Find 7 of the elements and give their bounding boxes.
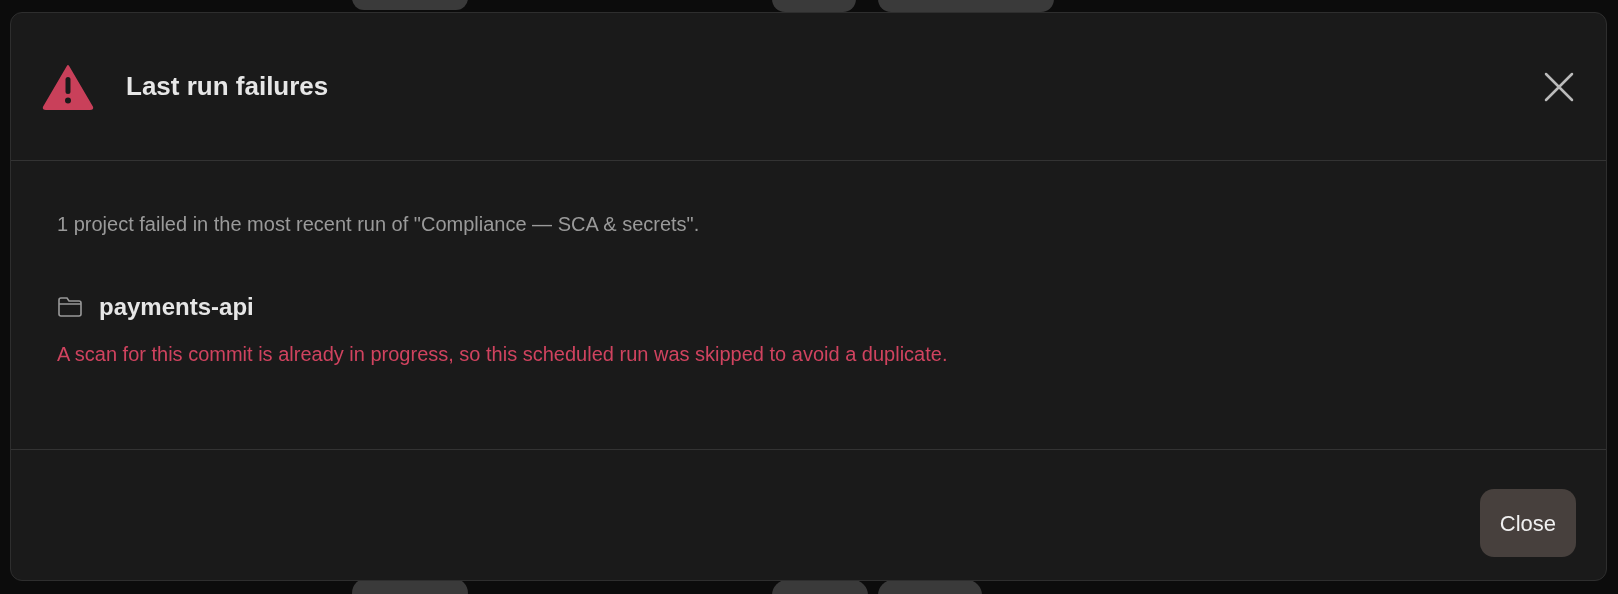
close-button[interactable]: Close [1479,489,1576,557]
warning-icon [42,63,94,110]
project-name: payments-api [99,292,254,322]
dialog-title: Last run failures [126,70,329,103]
error-message: A scan for this commit is already in progress, so this scheduled run was skipped to avoid a duplicate. [57,342,949,367]
folder-icon [57,296,83,318]
summary-text: 1 project failed in the most recent run of "Compliance — SCA & secrets". [57,212,701,237]
